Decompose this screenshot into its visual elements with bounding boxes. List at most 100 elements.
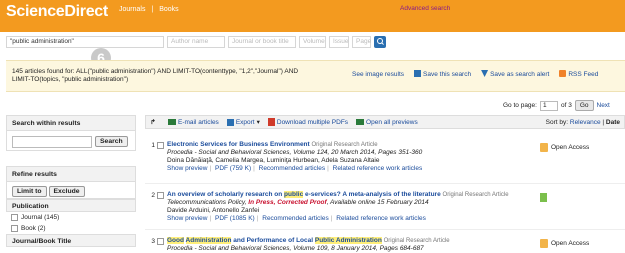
result-title[interactable]: An overview of scholarly research on pub… <box>167 191 441 198</box>
pdf-link[interactable]: PDF (1085 K) <box>215 215 255 222</box>
goto-page-label: Go to page: <box>503 102 537 109</box>
download-pdfs-button[interactable]: Download multiple PDFs <box>267 118 348 126</box>
sort-label: Sort by: <box>545 118 569 126</box>
export-button[interactable]: Export ▾ <box>226 118 260 126</box>
refine-title: Refine results <box>6 166 136 182</box>
rss-feed-link[interactable]: RSS Feed <box>559 70 598 78</box>
journal-input[interactable]: Journal or book title <box>228 36 296 48</box>
rss-feed-label[interactable]: RSS Feed <box>568 71 598 78</box>
save-search-link[interactable]: Save this search <box>414 70 471 78</box>
result-journal: Procedia - Social and Behavioral Science… <box>167 149 423 156</box>
open-previews-button[interactable]: Open all previews <box>356 119 418 126</box>
search-within-input[interactable] <box>12 136 92 148</box>
result-journal: Telecommunications Policy, In Press, Cor… <box>167 199 537 207</box>
open-access-icon <box>540 239 548 248</box>
publication-book-filter[interactable]: Book (2) <box>6 223 136 234</box>
exclude-button[interactable]: Exclude <box>48 186 85 197</box>
journal-checkbox[interactable] <box>11 214 18 221</box>
sort-relevance-link[interactable]: Relevance <box>570 119 601 126</box>
nav-books[interactable]: Books <box>159 6 178 13</box>
select-all-arrow-icon[interactable]: ↱ <box>146 118 160 126</box>
all-fields-input[interactable]: "public administration" <box>6 36 164 48</box>
nav-journals[interactable]: Journals <box>119 6 145 13</box>
recommended-articles-link[interactable]: Recommended articles <box>259 165 325 172</box>
email-articles-button[interactable]: E-mail articles <box>168 119 219 126</box>
page-input[interactable]: Page <box>352 36 371 48</box>
summary-line-1: 145 articles found for: ALL("public admi… <box>12 68 299 75</box>
title-highlight: Public Administration <box>314 237 382 244</box>
refine-section: Refine results Limit to Exclude Publicat… <box>6 166 136 247</box>
recommended-articles-link[interactable]: Recommended articles <box>262 215 328 222</box>
summary-line-2: LIMIT-TO(topics, "public administration"… <box>12 76 129 83</box>
next-page-link[interactable]: Next <box>597 102 610 109</box>
page-total: of 3 <box>560 102 572 109</box>
left-sidebar: Search within results Search Refine resu… <box>6 115 136 247</box>
save-search-label[interactable]: Save this search <box>423 71 471 78</box>
search-within-button[interactable]: Search <box>95 136 128 147</box>
related-reference-link[interactable]: Related reference work articles <box>333 165 423 172</box>
title-highlight: Good <box>167 237 184 244</box>
email-articles-label[interactable]: E-mail articles <box>178 119 219 126</box>
sort-date-link[interactable]: Date <box>606 119 620 126</box>
open-access-label: Open Access <box>551 144 590 151</box>
result-number: 1 <box>151 142 155 149</box>
export-icon <box>226 118 234 126</box>
save-icon <box>414 70 422 77</box>
result-item: 1 Electronic Services for Business Envir… <box>145 140 625 184</box>
brand-logo[interactable]: ScienceDirect <box>6 3 108 21</box>
result-title[interactable]: Electronic Services for Business Environ… <box>167 141 310 148</box>
title-part: and Performance of Local <box>231 237 315 244</box>
result-checkbox[interactable] <box>157 142 164 149</box>
email-icon <box>168 119 176 125</box>
result-item: 2 An overview of scholarly research on p… <box>145 190 625 230</box>
show-preview-link[interactable]: Show preview <box>167 215 207 222</box>
open-access-indicator: Open Access <box>540 143 589 152</box>
result-number: 2 <box>151 192 155 199</box>
results-toolbar: ↱ E-mail articles Export ▾ Download mult… <box>145 115 625 129</box>
journal-name: Telecommunications Policy, <box>167 199 249 206</box>
title-highlight: Administration <box>185 237 232 244</box>
search-within-title: Search within results <box>6 115 136 131</box>
page-number-input[interactable]: 1 <box>539 100 558 111</box>
search-icon[interactable] <box>374 36 386 48</box>
result-body: Good Administration and Performance of L… <box>167 237 537 253</box>
summary-actions: See image results Save this search Save … <box>352 70 598 78</box>
result-body: An overview of scholarly research on pub… <box>167 191 537 223</box>
open-previews-label[interactable]: Open all previews <box>366 119 418 126</box>
advanced-search-link[interactable]: Advanced search <box>400 5 450 12</box>
result-authors: Doina Dănăiaţă, Camelia Margea, Luminiţa… <box>167 157 380 164</box>
journal-tail: , Available online 15 February 2014 <box>326 199 429 206</box>
save-alert-label[interactable]: Save as search alert <box>490 71 549 78</box>
search-within-panel: Search <box>6 131 136 151</box>
go-button[interactable]: Go <box>574 100 594 111</box>
export-dropdown-icon[interactable]: ▾ <box>257 118 260 126</box>
top-nav: Journals | Books <box>119 6 183 13</box>
book-checkbox[interactable] <box>11 225 18 232</box>
result-checkbox[interactable] <box>157 238 164 245</box>
related-reference-link[interactable]: Related reference work articles <box>336 215 426 222</box>
result-title[interactable]: Good Administration and Performance of L… <box>167 237 382 244</box>
publication-title: Publication <box>6 199 136 212</box>
limit-to-button[interactable]: Limit to <box>12 186 47 197</box>
result-authors: Davide Arduini, Antonello Zanfei <box>167 207 260 214</box>
download-pdfs-label[interactable]: Download multiple PDFs <box>277 119 348 126</box>
issue-input[interactable]: Issue <box>329 36 349 48</box>
journal-filter-label: Journal (145) <box>21 214 60 221</box>
title-part: An overview of scholarly research on <box>167 191 285 198</box>
pagination: Go to page: 1 of 3 Go Next <box>503 100 610 111</box>
see-image-results-link[interactable]: See image results <box>352 71 404 78</box>
result-checkbox[interactable] <box>157 192 164 199</box>
pdf-link[interactable]: PDF (759 K) <box>215 165 251 172</box>
result-body: Electronic Services for Business Environ… <box>167 141 527 173</box>
author-input[interactable]: Author name <box>167 36 225 48</box>
nav-divider: | <box>151 6 154 13</box>
title-part: e-services? A meta-analysis of the liter… <box>303 191 441 198</box>
volume-input[interactable]: Volume <box>299 36 326 48</box>
refine-buttons: Limit to Exclude <box>6 182 136 199</box>
publication-journal-filter[interactable]: Journal (145) <box>6 212 136 223</box>
show-preview-link[interactable]: Show preview <box>167 165 207 172</box>
sort-by: Sort by: Relevance | Date <box>545 118 620 126</box>
export-label[interactable]: Export <box>236 119 255 126</box>
result-links: Show preview | PDF (759 K) | Recommended a… <box>167 165 423 172</box>
save-alert-link[interactable]: Save as search alert <box>481 70 549 78</box>
